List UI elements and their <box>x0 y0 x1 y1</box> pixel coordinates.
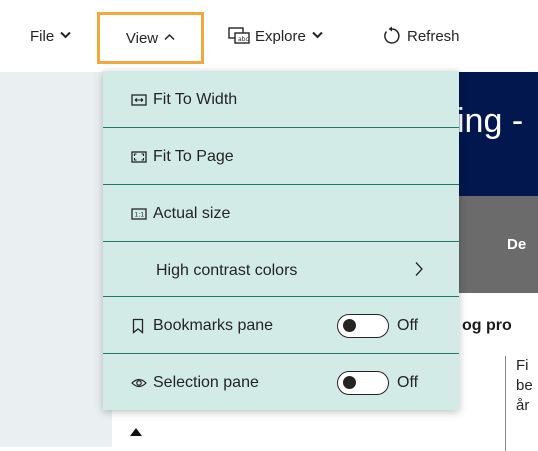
text-line: Fi <box>516 357 529 374</box>
selection-pane-label: Selection pane <box>153 374 259 391</box>
explore-label: Explore <box>255 27 306 45</box>
refresh-button[interactable]: Refresh <box>382 22 460 50</box>
refresh-icon <box>382 26 402 46</box>
bookmarks-pane-toggle[interactable] <box>337 314 389 338</box>
menu-separator <box>103 296 459 297</box>
menu-separator <box>103 241 459 242</box>
report-text-box: Fi be år <box>505 356 538 451</box>
fit-width-icon <box>131 93 147 107</box>
bookmarks-pane-label: Bookmarks pane <box>153 317 274 334</box>
high-contrast-label: High contrast colors <box>156 262 298 279</box>
fit-to-width-label: Fit To Width <box>153 91 238 108</box>
view-dropdown-menu: Fit To Width Fit To Page 1:1 Actual size… <box>103 71 459 410</box>
svg-text:1:1: 1:1 <box>135 212 145 219</box>
chevron-right-icon <box>414 261 424 282</box>
chevron-down-icon <box>60 30 71 42</box>
selection-pane-toggle[interactable] <box>337 371 389 395</box>
refresh-label: Refresh <box>407 27 460 45</box>
fit-to-page-label: Fit To Page <box>153 148 234 165</box>
explore-menu-button[interactable]: abc Explore <box>228 22 323 50</box>
toolbar: File View abc Explore Refresh <box>0 0 538 73</box>
menu-item-high-contrast-colors[interactable]: High contrast colors <box>103 252 459 290</box>
menu-item-fit-to-width[interactable]: Fit To Width <box>103 81 459 119</box>
text-line: be <box>516 377 533 394</box>
chevron-down-icon <box>312 30 323 42</box>
chevron-up-icon <box>164 32 175 44</box>
view-label: View <box>125 29 159 47</box>
menu-item-bookmarks-pane[interactable]: Bookmarks pane Off <box>103 307 459 345</box>
bookmarks-pane-state: Off <box>397 317 419 334</box>
collapse-arrow-icon[interactable] <box>130 428 142 436</box>
text-line: år <box>516 397 530 414</box>
view-menu-button[interactable]: View <box>97 12 204 64</box>
menu-separator <box>103 353 459 354</box>
header-band-text: De <box>507 236 527 253</box>
report-section-heading: og pro <box>462 317 512 334</box>
canvas-background <box>0 72 112 447</box>
toggle-knob <box>343 319 356 332</box>
menu-separator <box>103 184 459 185</box>
menu-item-actual-size[interactable]: 1:1 Actual size <box>103 195 459 233</box>
file-menu-button[interactable]: File <box>30 22 71 50</box>
fit-page-icon <box>131 150 147 164</box>
selection-pane-state: Off <box>397 374 419 391</box>
explore-icon: abc <box>228 27 250 45</box>
menu-item-selection-pane[interactable]: Selection pane Off <box>103 364 459 402</box>
svg-text:abc: abc <box>238 36 249 43</box>
eye-icon <box>131 377 147 389</box>
bookmark-icon <box>131 318 145 334</box>
actual-size-label: Actual size <box>153 205 231 222</box>
toggle-knob <box>343 376 356 389</box>
actual-size-icon: 1:1 <box>131 207 147 221</box>
banner-title: ing - <box>457 102 524 140</box>
menu-separator <box>103 127 459 128</box>
menu-item-fit-to-page[interactable]: Fit To Page <box>103 138 459 176</box>
file-label: File <box>30 27 55 45</box>
